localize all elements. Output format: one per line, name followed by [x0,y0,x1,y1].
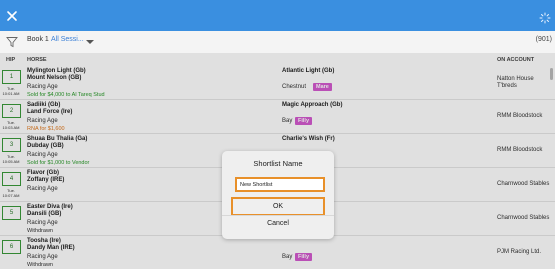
shortlist-name-input[interactable] [235,177,325,192]
filter-bar: Book 1 All Sessi... (901) [0,31,555,54]
ok-button[interactable]: OK [231,197,325,216]
spinner-icon [539,12,551,24]
chevron-down-icon[interactable] [86,40,94,44]
session-dropdown[interactable]: All Sessi... [51,36,84,43]
dialog-title: Shortlist Name [253,159,303,168]
book-label: Book 1 [27,36,49,43]
divider [222,215,334,216]
close-icon[interactable] [4,8,20,24]
result-count: (901) [535,36,552,43]
top-app-bar [0,0,555,31]
shortlist-dialog: Shortlist Name OK Cancel [222,151,334,239]
cancel-button[interactable]: Cancel [231,218,325,230]
filter-icon[interactable] [6,35,18,48]
